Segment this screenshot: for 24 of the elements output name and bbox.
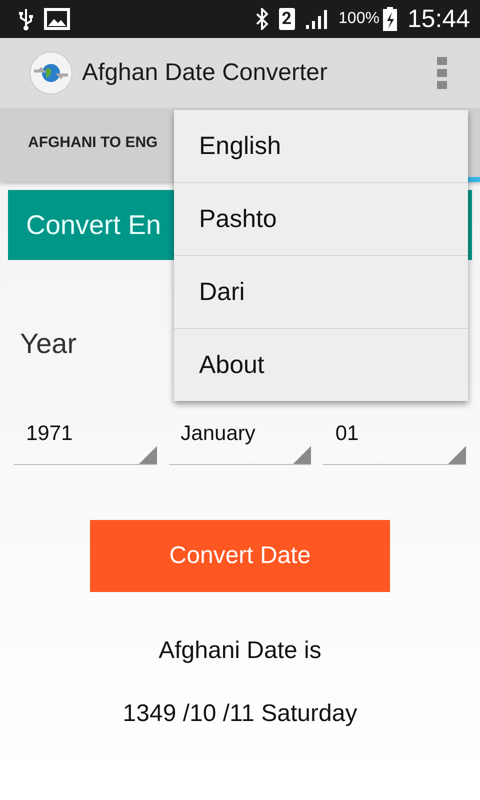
dropdown-corner-icon	[138, 446, 157, 464]
battery-charging-icon	[383, 7, 398, 31]
year-label: Year	[20, 328, 78, 360]
bluetooth-icon	[254, 8, 269, 30]
image-icon	[44, 8, 70, 30]
dropdown-corner-icon	[448, 446, 466, 464]
overflow-menu-icon[interactable]	[437, 57, 447, 89]
dropdown[interactable]: 01	[323, 404, 466, 465]
menu-item[interactable]: English	[174, 110, 468, 183]
signal-icon	[304, 8, 329, 30]
menu-item[interactable]: About	[174, 329, 468, 401]
menu-item[interactable]: Pashto	[174, 183, 468, 256]
dropdown-corner-icon	[293, 446, 312, 464]
battery-percent: 100%	[338, 10, 380, 28]
clock: 15:44	[407, 4, 470, 34]
usb-icon	[18, 7, 34, 31]
app-title: Afghan Date Converter	[82, 59, 328, 87]
result-label: Afghani Date is	[158, 637, 322, 665]
menu-item[interactable]: Dari	[174, 256, 468, 329]
app-logo-icon	[29, 51, 73, 95]
sim-badge: 2	[278, 8, 295, 30]
dropdown[interactable]: January	[168, 404, 312, 465]
result-date: 1349 /10 /11 Saturday	[122, 700, 358, 728]
dropdown[interactable]: 1971	[14, 404, 157, 465]
